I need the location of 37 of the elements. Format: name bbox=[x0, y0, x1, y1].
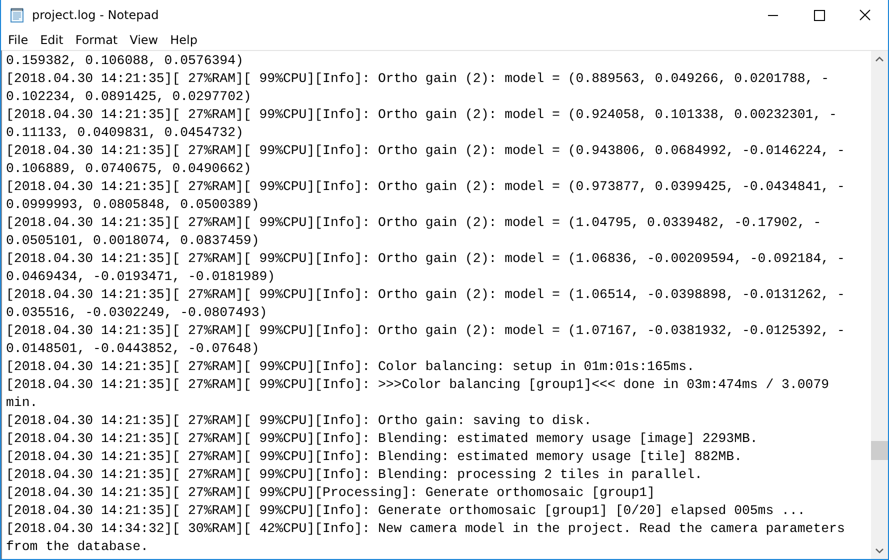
log-line: [2018.04.30 14:21:35][ 27%RAM][ 99%CPU][Info]: >>>Color balancing [group1]<<< done in 03m:474ms / 3.0079 bbox=[6, 376, 830, 394]
log-line: [2018.04.30 14:21:35][ 27%RAM][ 99%CPU][Info]: Ortho gain (2): model = (1.04795, 0.0339482, -0.17902, - bbox=[6, 214, 822, 232]
menu-item[interactable]: Edit bbox=[35, 33, 68, 47]
log-line: 0.0148501, -0.0443852, -0.07648) bbox=[6, 340, 260, 358]
log-line: 0.0999993, 0.0805848, 0.0500389) bbox=[6, 196, 260, 214]
scroll-thumb[interactable] bbox=[871, 441, 888, 460]
menu-item[interactable]: File bbox=[3, 33, 34, 47]
log-line: [2018.04.30 14:21:35][ 27%RAM][ 99%CPU][Info]: Color balancing: setup in 01m:01s:165ms. bbox=[6, 358, 696, 376]
log-line: 0.0469434, -0.0193471, -0.0181989) bbox=[6, 268, 276, 286]
menu-item[interactable]: Format bbox=[70, 33, 123, 47]
log-line: min. bbox=[6, 394, 39, 412]
log-line: [2018.04.30 14:21:35][ 27%RAM][ 99%CPU][Info]: Ortho gain (2): model = (0.889563, 0.049266, 0.0201788, - bbox=[6, 70, 830, 88]
log-line: [2018.04.30 14:21:35][ 27%RAM][ 99%CPU][Info]: Ortho gain (2): model = (0.924058, 0.101338, 0.00232301, - bbox=[6, 106, 838, 124]
log-line: 0.0505101, 0.0018074, 0.0837459) bbox=[6, 232, 260, 250]
window-title: project.log - Notepad bbox=[32, 8, 160, 22]
log-line: 0.035516, -0.0302249, -0.0807493) bbox=[6, 304, 268, 322]
log-line: [2018.04.30 14:21:35][ 27%RAM][ 99%CPU][Info]: Ortho gain (2): model = (1.06514, -0.0398898, -0.0131262, - bbox=[6, 286, 846, 304]
notepad-icon bbox=[9, 7, 25, 23]
log-line: [2018.04.30 14:21:35][ 27%RAM][ 99%CPU][Info]: Ortho gain (2): model = (0.943806, 0.0684992, -0.0146224, - bbox=[6, 142, 846, 160]
log-line: [2018.04.30 14:21:35][ 27%RAM][ 99%CPU][Info]: Ortho gain: saving to disk. bbox=[6, 412, 593, 430]
log-line: 0.159382, 0.106088, 0.0576394) bbox=[6, 52, 244, 70]
log-line: [2018.04.30 14:21:35][ 27%RAM][ 99%CPU][Info]: Generate orthomosaic [group1] [0/20] elapsed 005ms ... bbox=[6, 502, 806, 520]
log-line: 0.11133, 0.0409831, 0.0454732) bbox=[6, 124, 244, 142]
log-line: [2018.04.30 14:21:35][ 27%RAM][ 99%CPU][Info]: Ortho gain (2): model = (1.07167, -0.0381932, -0.0125392, - bbox=[6, 322, 846, 340]
scrollbar[interactable] bbox=[871, 51, 888, 559]
menu-item[interactable]: View bbox=[124, 33, 164, 47]
menu-item[interactable]: Help bbox=[165, 33, 202, 47]
log-line: [2018.04.30 14:21:35][ 27%RAM][ 99%CPU][Processing]: Generate orthomosaic [group1] bbox=[6, 484, 656, 502]
log-line: 0.106889, 0.0740675, 0.0490662) bbox=[6, 160, 252, 178]
log-line: from the database. bbox=[6, 538, 150, 556]
log-line: 0.102234, 0.0891425, 0.0297702) bbox=[6, 88, 252, 106]
log-line: [2018.04.30 14:34:32][ 30%RAM][ 42%CPU][Info]: New camera model in the project. Read the camera parameters bbox=[6, 520, 846, 538]
log-line: [2018.04.30 14:21:35][ 27%RAM][ 99%CPU][Info]: Blending: processing 2 tiles in parallel. bbox=[6, 466, 704, 484]
log-line: [2018.04.30 14:21:35][ 27%RAM][ 99%CPU][Info]: Blending: estimated memory usage [tile] 882MB. bbox=[6, 448, 743, 466]
log-line: [2018.04.30 14:21:35][ 27%RAM][ 99%CPU][Info]: Ortho gain (2): model = (0.973877, 0.0399425, -0.0434841, - bbox=[6, 178, 846, 196]
log-line: [2018.04.30 14:21:35][ 27%RAM][ 99%CPU][Info]: Ortho gain (2): model = (1.06836, -0.00209594, -0.092184, - bbox=[6, 250, 846, 268]
log-line: [2018.04.30 14:21:35][ 27%RAM][ 99%CPU][Info]: Blending: estimated memory usage [image] 2293MB. bbox=[6, 430, 759, 448]
